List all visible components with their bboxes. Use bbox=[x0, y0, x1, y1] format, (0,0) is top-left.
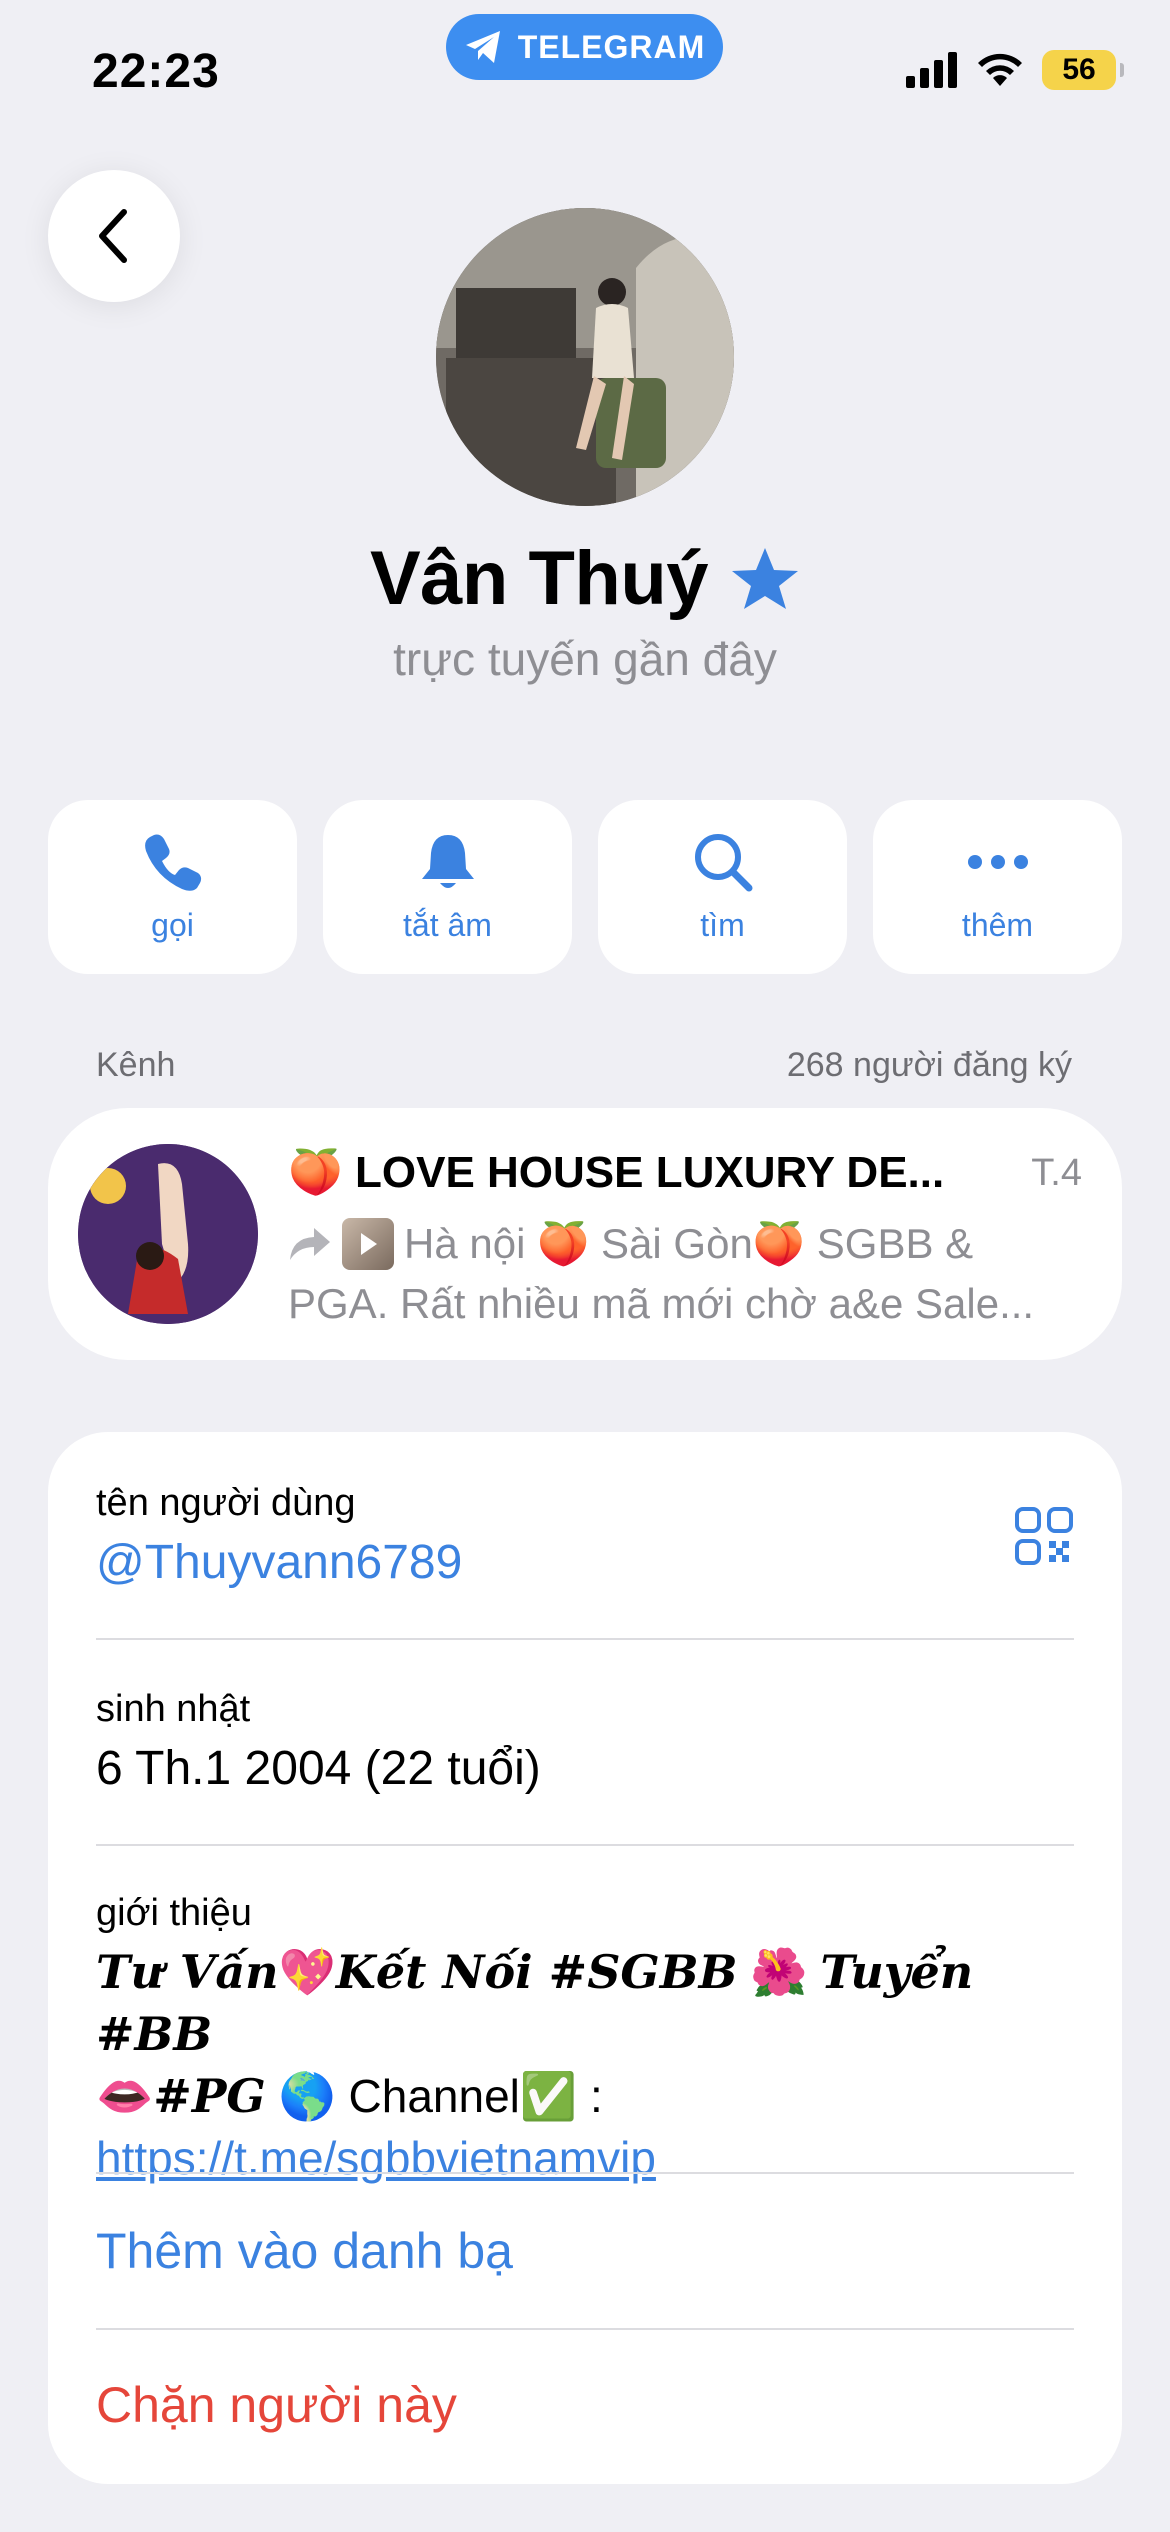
chevron-left-icon bbox=[99, 209, 127, 263]
divider bbox=[96, 1844, 1074, 1846]
birthday-row[interactable]: sinh nhật 6 Th.1 2004 (22 tuổi) bbox=[96, 1688, 1074, 1796]
search-button[interactable]: tìm bbox=[598, 800, 847, 974]
avatar-photo bbox=[436, 208, 734, 506]
bio-text-part: Channel✅ : bbox=[348, 2070, 603, 2122]
channel-preview-line1: Hà nội 🍑 Sài Gòn🍑 SGBB & bbox=[404, 1220, 974, 1267]
channel-date: T.4 bbox=[1031, 1152, 1082, 1194]
profile-name: Vân Thuý bbox=[369, 536, 709, 621]
divider bbox=[96, 1638, 1074, 1640]
bio-emoji: 👄 bbox=[96, 2070, 154, 2122]
channel-avatar-image bbox=[78, 1144, 258, 1324]
more-button[interactable]: thêm bbox=[873, 800, 1122, 974]
block-user-button[interactable]: Chặn người này bbox=[96, 2376, 1074, 2434]
username-label: tên người dùng bbox=[96, 1482, 356, 1524]
more-button-label: thêm bbox=[961, 906, 1034, 943]
bio-text-part: #PG bbox=[153, 2069, 266, 2123]
channel-preview-line2: PGA. Rất nhiều mã mới chờ a&e Sale... bbox=[288, 1280, 1035, 1327]
mute-button-label: tắt âm bbox=[403, 906, 492, 943]
bio-text: Tư Vấn💖Kết Nối #SGBB 🌺 Tuyển #BB 👄#PG 🌎 … bbox=[96, 1941, 1074, 2189]
more-icon bbox=[967, 854, 1028, 869]
telegram-badge[interactable]: TELEGRAM bbox=[446, 14, 723, 80]
profile-screen: 22:23 TELEGRAM 56 Vân Thuý trực tuyến gầ… bbox=[0, 0, 1170, 2532]
status-bar: 22:23 TELEGRAM 56 bbox=[0, 0, 1170, 130]
presence-status: trực tuyến gần đây bbox=[393, 633, 777, 685]
wifi-icon bbox=[978, 53, 1022, 86]
channel-card[interactable]: 🍑 LOVE HOUSE LUXURY DE... T.4 Hà nội 🍑 S… bbox=[48, 1108, 1122, 1360]
battery-indicator: 56 bbox=[1042, 50, 1124, 90]
divider bbox=[96, 2328, 1074, 2330]
bio-label: giới thiệu bbox=[96, 1892, 252, 1934]
status-time: 22:23 bbox=[92, 45, 220, 98]
divider bbox=[96, 2172, 1074, 2174]
telegram-icon bbox=[465, 31, 500, 63]
bio-channel-link[interactable]: https://t.me/sgbbvietnamvip bbox=[96, 2132, 656, 2184]
add-contact-button[interactable]: Thêm vào danh bạ bbox=[96, 2222, 1074, 2280]
search-icon bbox=[694, 833, 752, 891]
phone-icon bbox=[144, 834, 201, 891]
back-button[interactable] bbox=[48, 170, 180, 302]
bell-icon bbox=[421, 834, 474, 888]
bio-emoji: 💖 bbox=[278, 1946, 336, 1998]
call-button-label: gọi bbox=[151, 906, 194, 943]
video-thumbnail-icon bbox=[342, 1218, 394, 1270]
channel-avatar bbox=[78, 1144, 258, 1324]
birthday-label: sinh nhật bbox=[96, 1688, 251, 1730]
bio-emoji: 🌎 bbox=[278, 2070, 336, 2122]
search-button-label: tìm bbox=[700, 906, 745, 943]
channel-preview: Hà nội 🍑 Sài Gòn🍑 SGBB & PGA. Rất nhiều … bbox=[288, 1214, 1088, 1334]
bio-text-part: Kết Nối #SGBB bbox=[335, 1945, 738, 1999]
profile-avatar[interactable] bbox=[436, 208, 734, 506]
channel-subscriber-count: 268 người đăng ký bbox=[786, 1046, 1072, 1084]
forward-icon bbox=[290, 1228, 330, 1260]
info-card: tên người dùng @Thuyvann6789 sinh nhật 6… bbox=[48, 1432, 1122, 2484]
status-indicators: 56 bbox=[906, 50, 1124, 90]
bio-emoji: 🌺 bbox=[750, 1946, 808, 1998]
username-value[interactable]: @Thuyvann6789 bbox=[96, 1535, 1074, 1590]
bio-text-part: Tư Vấn bbox=[96, 1945, 279, 1999]
channel-section-label: Kênh bbox=[96, 1046, 176, 1084]
birthday-value: 6 Th.1 2004 (22 tuổi) bbox=[96, 1742, 541, 1795]
call-button[interactable]: gọi bbox=[48, 800, 297, 974]
telegram-badge-label: TELEGRAM bbox=[517, 28, 706, 65]
battery-level: 56 bbox=[1062, 53, 1096, 86]
channel-section-header: Kênh 268 người đăng ký bbox=[96, 1046, 1072, 1085]
mute-button[interactable]: tắt âm bbox=[323, 800, 572, 974]
bio-row[interactable]: giới thiệu Tư Vấn💖Kết Nối #SGBB 🌺 Tuyển … bbox=[96, 1892, 1074, 2189]
channel-title: 🍑 LOVE HOUSE LUXURY DE... bbox=[288, 1148, 945, 1197]
action-buttons: gọi tắt âm tìm thêm bbox=[48, 800, 1122, 974]
premium-star-icon[interactable] bbox=[730, 546, 800, 612]
qr-code-icon[interactable] bbox=[1014, 1506, 1074, 1566]
profile-name-row: Vân Thuý bbox=[0, 535, 1170, 622]
username-row[interactable]: tên người dùng @Thuyvann6789 bbox=[96, 1482, 1074, 1590]
signal-icon bbox=[906, 52, 957, 88]
